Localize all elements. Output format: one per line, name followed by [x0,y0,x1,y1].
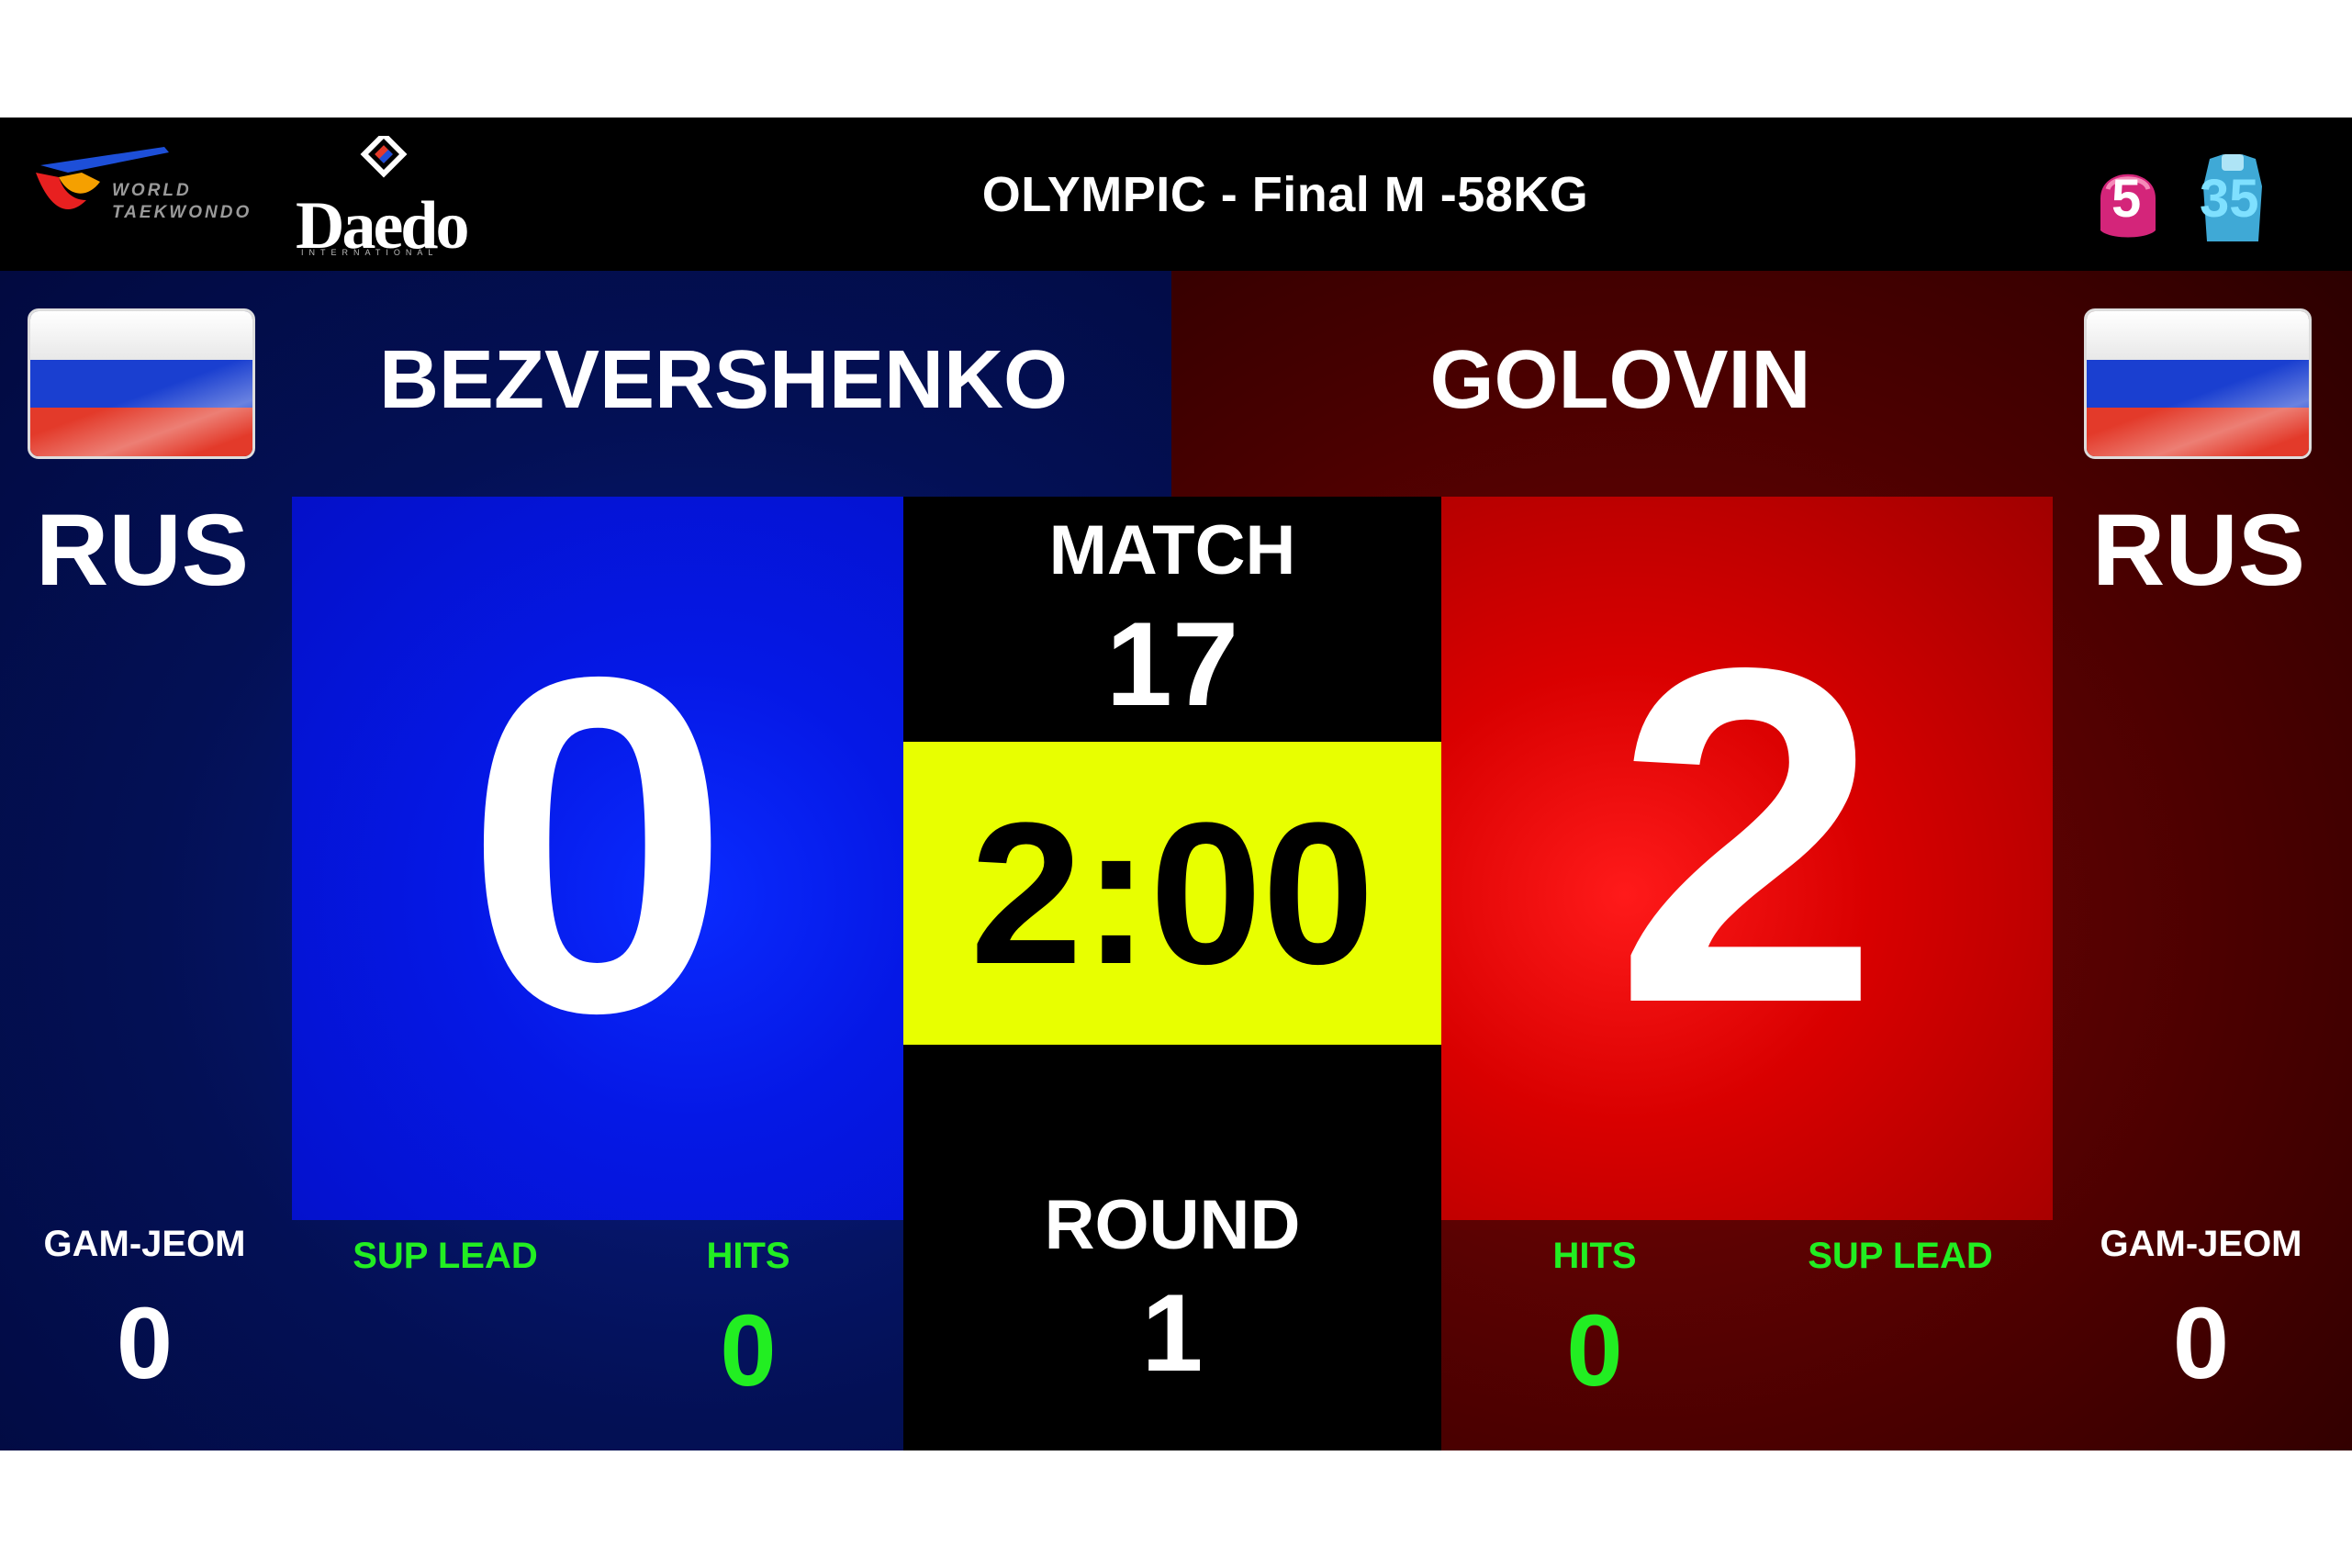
red-gam-jeom-label: GAM-JEOM [2100,1224,2302,1264]
blue-score: 0 [465,578,731,1112]
daedo-logo-subtext: INTERNATIONAL [301,248,439,257]
match-number: 17 [1105,597,1239,731]
blue-score-box: 0 [292,497,903,1220]
red-gam-jeom-value: 0 [2172,1287,2230,1400]
body-sensor-value: 35 [2200,169,2259,229]
scoreboard: WORLD TAEKWONDO Daedo INTERNATIONAL OLYM… [0,118,2352,1450]
helmet-sensor-value: 5 [2111,169,2142,229]
blue-gam-jeom-label: GAM-JEOM [43,1224,246,1264]
red-hits-label: HITS [1552,1236,1637,1276]
blue-hits-value: 0 [720,1294,777,1407]
red-score-box: 2 [1441,497,2053,1220]
match-timer: 2:00 [969,779,1375,1006]
world-taekwondo-text: WORLD TAEKWONDO [112,181,252,222]
scoreboard-header: WORLD TAEKWONDO Daedo INTERNATIONAL OLYM… [0,118,2352,271]
red-country-code: RUS [2091,494,2306,607]
red-flag-russia-icon [2084,308,2312,459]
red-score: 2 [1614,569,1880,1103]
blue-flag-russia-icon [28,308,255,459]
daedo-diamond-logo-icon [360,136,408,178]
blue-sup-lead-label: SUP LEAD [353,1236,538,1276]
red-athlete-name: GOLOVIN [1429,334,1811,426]
blue-hits-label: HITS [706,1236,790,1276]
event-title: OLYMPIC - Final M -58KG [981,166,1589,222]
blue-athlete-name: BEZVERSHENKO [378,334,1069,426]
round-number: 1 [1141,1271,1204,1394]
match-label: MATCH [1048,511,1296,589]
red-sup-lead-label: SUP LEAD [1808,1236,1993,1276]
round-label: ROUND [1044,1186,1301,1264]
blue-country-code: RUS [35,494,250,607]
blue-gam-jeom-value: 0 [116,1287,174,1400]
red-hits-value: 0 [1566,1294,1623,1407]
